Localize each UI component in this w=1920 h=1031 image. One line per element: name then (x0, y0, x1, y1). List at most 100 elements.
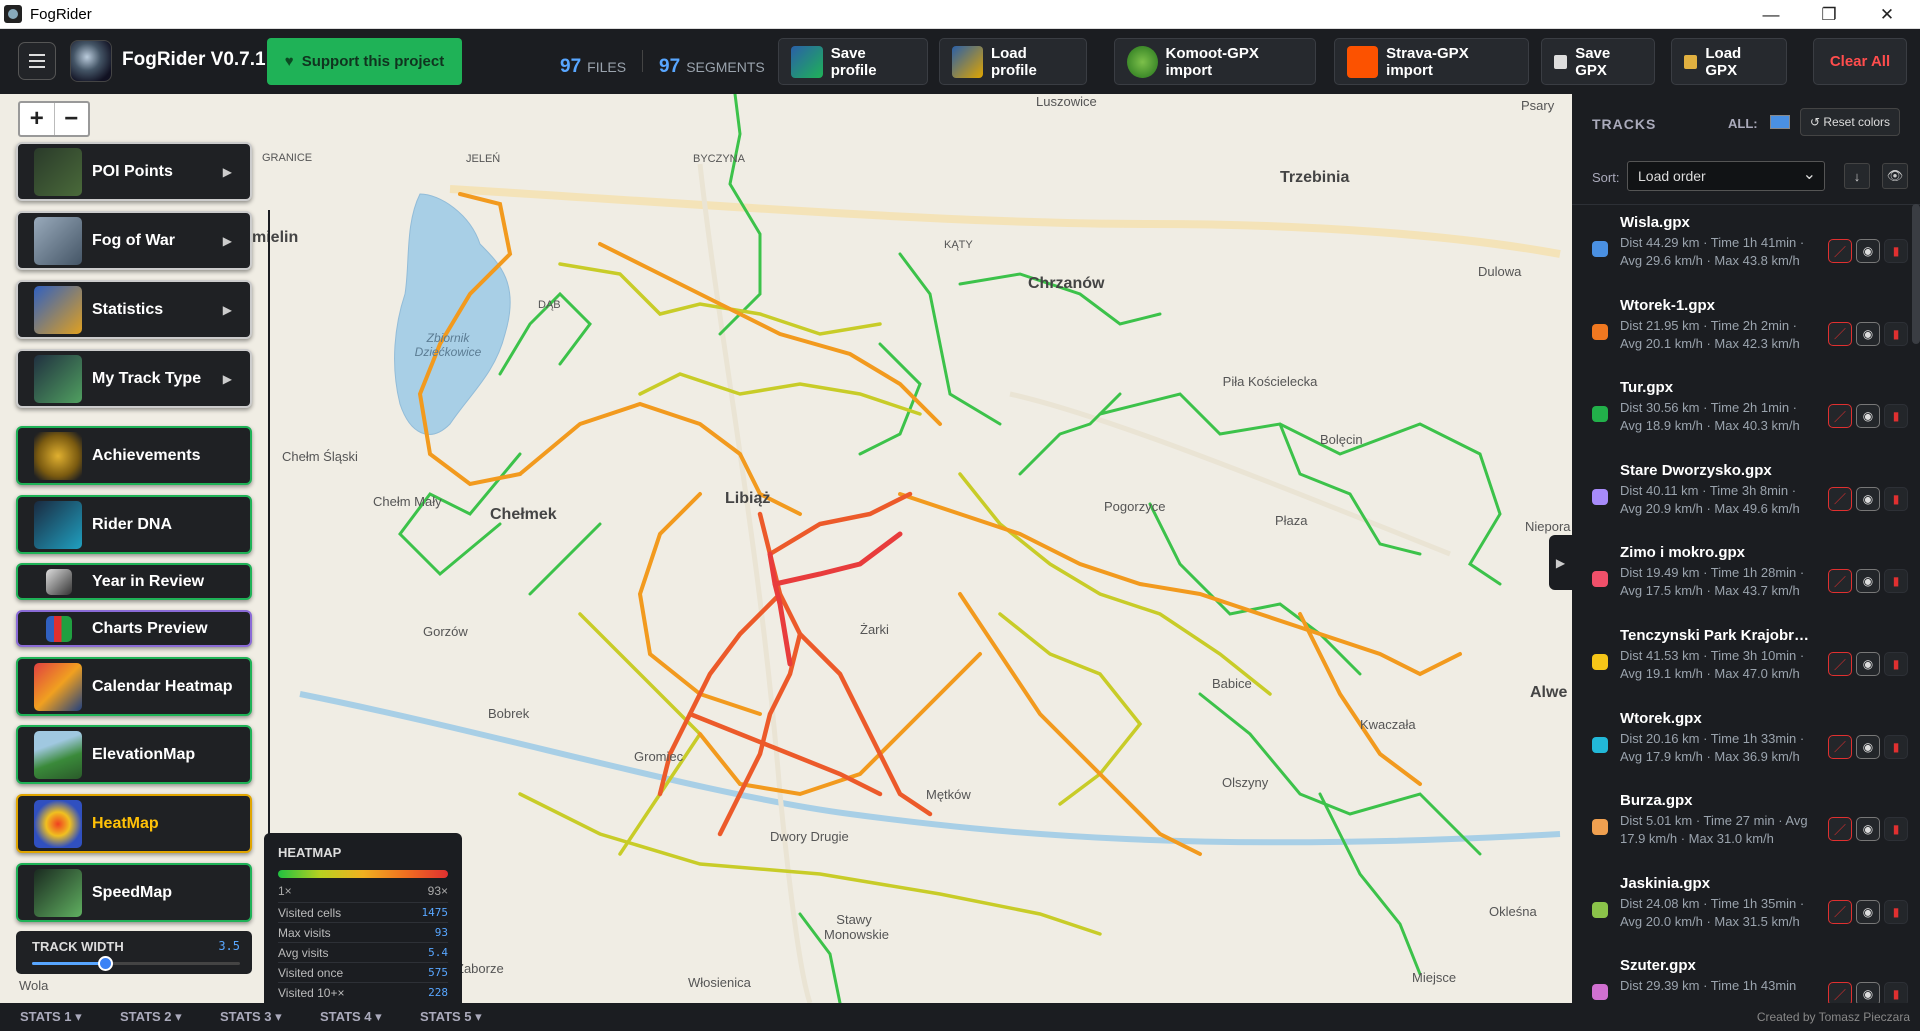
edit-track-icon[interactable]: ／ (1828, 982, 1852, 1003)
trash-icon[interactable]: ▮ (1884, 239, 1908, 263)
sort-select[interactable]: Load order (1627, 161, 1825, 191)
eye-all-icon[interactable]: 👁 (1882, 163, 1908, 189)
track-color-swatch[interactable] (1592, 488, 1608, 505)
close-window-button[interactable]: ✕ (1858, 0, 1916, 29)
menu-my-track-type[interactable]: My Track Type ▶ (16, 349, 252, 408)
zoom-out-button[interactable]: − (55, 103, 89, 135)
trash-icon[interactable]: ▮ (1884, 817, 1908, 842)
track-color-swatch[interactable] (1592, 241, 1608, 257)
eye-icon[interactable]: ◉ (1856, 982, 1880, 1003)
fog-icon (34, 216, 82, 265)
save-gpx-button[interactable]: Save GPX (1541, 38, 1655, 85)
eye-icon[interactable]: ◉ (1856, 734, 1880, 759)
track-item[interactable]: Tenczynski Park Krajobrazowy.gpx Dist 41.… (1572, 627, 1912, 710)
heatmap-legend: HEATMAP 1× 93× Visited cells 1475 Max vis… (264, 833, 462, 1003)
eye-icon[interactable]: ◉ (1856, 652, 1880, 676)
menu-charts-preview[interactable]: Charts Preview (16, 610, 252, 647)
hamburger-menu-button[interactable] (18, 42, 56, 80)
menu-calendar-heatmap[interactable]: Calendar Heatmap (16, 657, 252, 716)
menu-achievements[interactable]: Achievements (16, 426, 252, 485)
track-color-swatch[interactable] (1592, 323, 1608, 340)
strava-import-button[interactable]: Strava-GPX import (1334, 38, 1529, 85)
menu-statistics[interactable]: Statistics ▶ (16, 280, 252, 339)
map-place-label: Niepora (1525, 519, 1571, 534)
track-color-swatch[interactable] (1592, 571, 1608, 588)
panel-collapse-button[interactable]: ▶ (1549, 535, 1572, 590)
map-place-label: Babice (1212, 676, 1252, 691)
trash-icon[interactable]: ▮ (1884, 404, 1908, 429)
menu-speed-map[interactable]: SpeedMap (16, 863, 252, 922)
eye-icon[interactable]: ◉ (1856, 239, 1880, 263)
eye-icon[interactable]: ◉ (1856, 404, 1880, 429)
stats-tab-1[interactable]: STATS 1 ▾ (20, 1009, 82, 1025)
track-item[interactable]: Tur.gpx Dist 30.56 km · Time 2h 1min · Av… (1572, 379, 1912, 462)
trash-icon[interactable]: ▮ (1884, 569, 1908, 594)
sort-direction-button[interactable]: ↓ (1844, 163, 1870, 189)
load-gpx-button[interactable]: Load GPX (1671, 38, 1787, 85)
eye-icon[interactable]: ◉ (1856, 899, 1880, 924)
menu-year-in-review[interactable]: Year in Review (16, 563, 252, 600)
track-details: Dist 5.01 km · Time 27 min · Avg 17.9 km… (1620, 813, 1808, 847)
track-color-swatch[interactable] (1592, 984, 1608, 1001)
app-brand: FogRider V0.7.1 (122, 49, 266, 70)
all-label: ALL: (1728, 116, 1758, 131)
track-color-swatch[interactable] (1592, 819, 1608, 836)
menu-poi-points[interactable]: POI Points ▶ (16, 142, 252, 201)
edit-track-icon[interactable]: ／ (1828, 486, 1852, 511)
map-place-label: Miejsce (1412, 970, 1457, 985)
track-item[interactable]: Wtorek.gpx Dist 20.16 km · Time 1h 33min … (1572, 710, 1912, 793)
edit-track-icon[interactable]: ／ (1828, 734, 1852, 759)
clear-all-button[interactable]: Clear All (1813, 38, 1907, 85)
stats-tab-3[interactable]: STATS 3 ▾ (220, 1009, 282, 1025)
reset-colors-button[interactable]: ↺ Reset colors (1800, 108, 1900, 136)
eye-icon[interactable]: ◉ (1856, 817, 1880, 842)
stats-tab-5[interactable]: STATS 5 ▾ (420, 1009, 482, 1025)
menu-heat-map[interactable]: HeatMap (16, 794, 252, 853)
menu-rider-dna[interactable]: Rider DNA (16, 495, 252, 554)
maximize-button[interactable]: ❐ (1800, 0, 1858, 29)
track-color-swatch[interactable] (1592, 654, 1608, 670)
track-item[interactable]: Wisla.gpx Dist 44.29 km · Time 1h 41min ·… (1572, 214, 1912, 297)
trash-icon[interactable]: ▮ (1884, 321, 1908, 346)
slider-thumb[interactable] (97, 956, 113, 971)
track-color-swatch[interactable] (1592, 901, 1608, 918)
minimize-button[interactable]: — (1742, 0, 1800, 29)
komoot-import-button[interactable]: Komoot-GPX import (1114, 38, 1316, 85)
eye-icon[interactable]: ◉ (1856, 486, 1880, 511)
load-profile-button[interactable]: Load profile (939, 38, 1087, 85)
edit-track-icon[interactable]: ／ (1828, 239, 1852, 263)
edit-track-icon[interactable]: ／ (1828, 569, 1852, 594)
save-profile-button[interactable]: Save profile (778, 38, 928, 85)
menu-elevation-map[interactable]: ElevationMap (16, 725, 252, 784)
track-item[interactable]: Burza.gpx Dist 5.01 km · Time 27 min · Av… (1572, 792, 1912, 875)
edit-track-icon[interactable]: ／ (1828, 652, 1852, 676)
support-button[interactable]: ♥ Support this project (267, 38, 462, 85)
trash-icon[interactable]: ▮ (1884, 652, 1908, 676)
track-item[interactable]: Wtorek-1.gpx Dist 21.95 km · Time 2h 2min… (1572, 297, 1912, 380)
track-color-swatch[interactable] (1592, 736, 1608, 753)
edit-track-icon[interactable]: ／ (1828, 899, 1852, 924)
stats-tab-4[interactable]: STATS 4 ▾ (320, 1009, 382, 1025)
trash-icon[interactable]: ▮ (1884, 899, 1908, 924)
trash-icon[interactable]: ▮ (1884, 486, 1908, 511)
track-item[interactable]: Zimo i mokro.gpx Dist 19.49 km · Time 1h … (1572, 544, 1912, 627)
track-details: Dist 20.16 km · Time 1h 33min · Avg 17.9… (1620, 730, 1805, 764)
track-item[interactable]: Jaskinia.gpx Dist 24.08 km · Time 1h 35mi… (1572, 875, 1912, 958)
edit-track-icon[interactable]: ／ (1828, 817, 1852, 842)
track-item[interactable]: Szuter.gpx Dist 29.39 km · Time 1h 43min ／… (1572, 957, 1912, 1003)
trash-icon[interactable]: ▮ (1884, 982, 1908, 1003)
menu-fog-of-war[interactable]: Fog of War ▶ (16, 211, 252, 270)
eye-icon[interactable]: ◉ (1856, 569, 1880, 594)
edit-track-icon[interactable]: ／ (1828, 404, 1852, 429)
expand-arrow-icon: ▶ (222, 233, 232, 248)
track-color-swatch[interactable] (1592, 406, 1608, 423)
stats-tab-2[interactable]: STATS 2 ▾ (120, 1009, 182, 1025)
eye-icon[interactable]: ◉ (1856, 321, 1880, 346)
edit-track-icon[interactable]: ／ (1828, 321, 1852, 346)
all-color-swatch[interactable] (1770, 115, 1790, 129)
track-width-slider[interactable] (32, 956, 240, 971)
trash-icon[interactable]: ▮ (1884, 734, 1908, 759)
track-list-scrollbar[interactable] (1912, 204, 1920, 344)
zoom-in-button[interactable]: + (20, 103, 55, 135)
track-item[interactable]: Stare Dworzysko.gpx Dist 40.11 km · Time … (1572, 462, 1912, 545)
